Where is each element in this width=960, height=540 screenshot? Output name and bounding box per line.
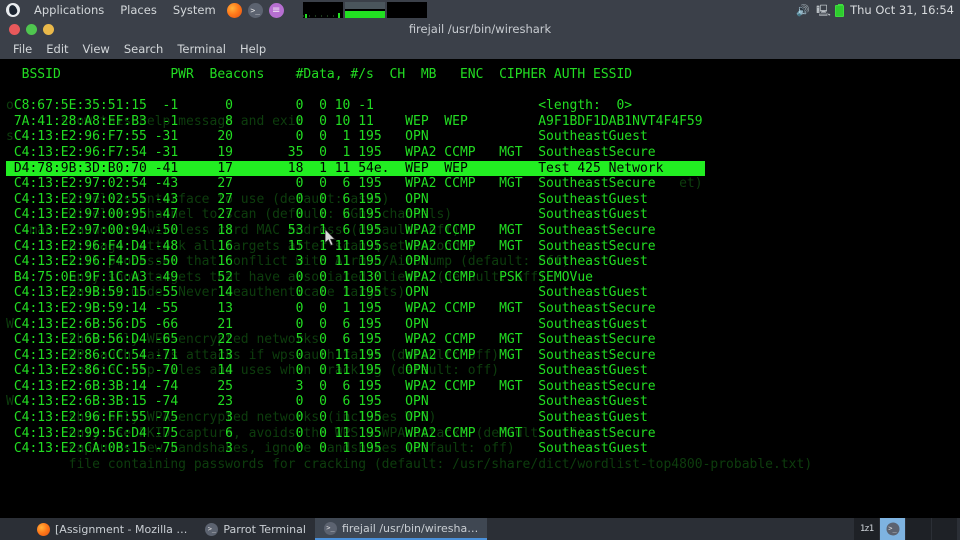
table-row[interactable]: C4:13:E2:96:F4:D4 -48 16 15 1 11 195 WPA… bbox=[6, 239, 960, 255]
table-row-text: C4:13:E2:96:F7:54 -31 19 35 0 1 195 WPA2… bbox=[6, 144, 656, 160]
system-monitor-widget bbox=[303, 2, 427, 18]
firefox-icon bbox=[37, 522, 50, 536]
table-row-text: C4:13:E2:99:5C:D4 -75 6 0 0 11 195 WPA2 … bbox=[6, 425, 656, 441]
workspace-2[interactable] bbox=[880, 518, 906, 540]
menu-edit[interactable]: Edit bbox=[39, 39, 75, 59]
table-row[interactable]: 7A:41:28:A8:EF:B3 -1 8 0 0 10 11 WEP WEP… bbox=[6, 114, 960, 130]
network-icon[interactable] bbox=[816, 4, 831, 17]
table-row[interactable]: C4:13:E2:96:F7:54 -31 19 35 0 1 195 WPA2… bbox=[6, 145, 960, 161]
battery-icon[interactable] bbox=[835, 3, 845, 17]
taskbar: [Assignment - Mozilla … Parrot Terminal … bbox=[0, 518, 960, 540]
table-row[interactable]: C4:13:E2:97:02:55 -43 27 0 0 6 195 OPN S… bbox=[6, 192, 960, 208]
airodump-table: BSSID PWR Beacons #Data, #/s CH MB ENC C… bbox=[6, 67, 960, 457]
table-row-text: C4:13:E2:6B:56:D4 -65 22 5 0 6 195 WPA2 … bbox=[6, 332, 656, 348]
table-row-text: C4:13:E2:9B:59:15 -55 14 0 0 1 195 OPN S… bbox=[6, 285, 648, 301]
top-panel: Applications Places System Thu Oct 31, 1… bbox=[0, 0, 960, 20]
volume-icon[interactable] bbox=[796, 4, 810, 17]
table-row[interactable]: C4:13:E2:96:FF:55 -75 3 0 0 1 195 OPN So… bbox=[6, 410, 960, 426]
table-header: BSSID PWR Beacons #Data, #/s CH MB ENC C… bbox=[6, 67, 633, 82]
menu-search[interactable]: Search bbox=[117, 39, 171, 59]
clock[interactable]: Thu Oct 31, 16:54 bbox=[850, 3, 954, 17]
menu-terminal[interactable]: Terminal bbox=[170, 39, 233, 59]
table-row-text: C4:13:E2:CA:0B:15 -75 3 0 0 1 195 OPN So… bbox=[6, 441, 648, 457]
table-row[interactable]: C4:13:E2:86:CC:54 -71 13 0 0 11 195 WPA2… bbox=[6, 348, 960, 364]
table-row-text: C4:13:E2:6B:3B:15 -74 23 0 0 6 195 OPN S… bbox=[6, 394, 648, 410]
table-row-text: C4:13:E2:97:02:54 -43 27 0 0 6 195 WPA2 … bbox=[6, 176, 656, 192]
network-graph bbox=[345, 2, 385, 18]
table-row-text: C4:13:E2:96:F4:D5 -50 16 3 0 11 195 OPN … bbox=[6, 254, 648, 270]
table-body: C8:67:5E:35:51:15 -1 0 0 0 10 -1 <length… bbox=[6, 98, 960, 457]
table-row-text: C4:13:E2:6B:3B:14 -74 25 3 0 6 195 WPA2 … bbox=[6, 378, 656, 394]
menu-help[interactable]: Help bbox=[233, 39, 273, 59]
table-row-text: 7A:41:28:A8:EF:B3 -1 8 0 0 10 11 WEP WEP… bbox=[6, 113, 703, 129]
table-row-text: C4:13:E2:9B:59:14 -55 13 0 0 1 195 WPA2 … bbox=[6, 300, 656, 316]
system-tray: Thu Oct 31, 16:54 bbox=[796, 0, 954, 20]
menu-places[interactable]: Places bbox=[112, 0, 165, 20]
menu-view[interactable]: View bbox=[76, 39, 117, 59]
table-row[interactable]: D4:78:9B:3D:B0:70 -41 17 18 1 11 54e. WE… bbox=[6, 160, 960, 177]
parrot-logo-icon[interactable] bbox=[6, 3, 20, 17]
memory-graph bbox=[387, 2, 427, 18]
table-row[interactable]: C4:13:E2:CA:0B:15 -75 3 0 0 1 195 OPN So… bbox=[6, 441, 960, 457]
table-row[interactable]: C8:67:5E:35:51:15 -1 0 0 0 10 -1 <length… bbox=[6, 98, 960, 114]
workspace-4[interactable] bbox=[932, 518, 958, 540]
table-row-text: C4:13:E2:96:F7:55 -31 20 0 0 1 195 OPN S… bbox=[6, 129, 648, 145]
table-row[interactable]: C4:13:E2:97:00:94 -50 18 53 1 6 195 WPA2… bbox=[6, 223, 960, 239]
mouse-pointer-icon bbox=[325, 229, 337, 247]
table-row-text: C4:13:E2:6B:56:D5 -66 21 0 0 6 195 OPN S… bbox=[6, 316, 648, 332]
workspace-1[interactable]: 1z1 bbox=[854, 518, 880, 540]
window-title: firejail /usr/bin/wireshark bbox=[408, 22, 552, 36]
table-row[interactable]: C4:13:E2:97:02:54 -43 27 0 0 6 195 WPA2 … bbox=[6, 176, 960, 192]
terminal-window: firejail /usr/bin/wireshark File Edit Vi… bbox=[0, 20, 960, 518]
cpu-graph bbox=[303, 2, 343, 18]
table-row[interactable]: C4:13:E2:9B:59:14 -55 13 0 0 1 195 WPA2 … bbox=[6, 301, 960, 317]
menu-system[interactable]: System bbox=[165, 0, 224, 20]
taskbar-item-firefox[interactable]: [Assignment - Mozilla … bbox=[28, 518, 196, 540]
taskbar-item-parrot-terminal[interactable]: Parrot Terminal bbox=[196, 518, 315, 540]
table-row[interactable]: C4:13:E2:97:00:95 -47 27 0 0 6 195 OPN S… bbox=[6, 207, 960, 223]
shell-prompt: ┌─[pirate@parrot]─[~/802.1x] └──▶$ bbox=[6, 472, 960, 518]
terminal-icon bbox=[205, 522, 219, 536]
menubar: File Edit View Search Terminal Help bbox=[0, 39, 960, 59]
firefox-icon[interactable] bbox=[226, 2, 242, 18]
table-row-text: B4:75:0E:9F:1C:A3 -49 52 0 0 1 130 WPA2 … bbox=[6, 269, 593, 285]
table-row[interactable]: B4:75:0E:9F:1C:A3 -49 52 0 0 1 130 WPA2 … bbox=[6, 270, 960, 286]
terminal-icon[interactable] bbox=[247, 2, 263, 18]
header-spacer bbox=[6, 83, 960, 99]
table-row[interactable]: C4:13:E2:99:5C:D4 -75 6 0 0 11 195 WPA2 … bbox=[6, 426, 960, 442]
workspace-3[interactable] bbox=[906, 518, 932, 540]
taskbar-item-label: Parrot Terminal bbox=[223, 522, 306, 536]
table-row[interactable]: C4:13:E2:86:CC:55 -70 14 0 0 11 195 OPN … bbox=[6, 363, 960, 379]
terminal-icon bbox=[323, 521, 337, 535]
table-row-text: C4:13:E2:86:CC:54 -71 13 0 0 11 195 WPA2… bbox=[6, 347, 656, 363]
table-row[interactable]: C4:13:E2:6B:56:D5 -66 21 0 0 6 195 OPN S… bbox=[6, 317, 960, 333]
table-row[interactable]: C4:13:E2:96:F7:55 -31 20 0 0 1 195 OPN S… bbox=[6, 129, 960, 145]
taskbar-item-label: [Assignment - Mozilla … bbox=[55, 522, 188, 536]
table-row[interactable]: C4:13:E2:9B:59:15 -55 14 0 0 1 195 OPN S… bbox=[6, 285, 960, 301]
prompt-line-1: ┌─[pirate@parrot]─[~/802.1x] bbox=[6, 504, 960, 518]
menu-file[interactable]: File bbox=[6, 39, 39, 59]
table-row-text: C4:13:E2:96:FF:55 -75 3 0 0 1 195 OPN So… bbox=[6, 410, 648, 426]
taskbar-item-label: firejail /usr/bin/wiresha… bbox=[341, 521, 479, 535]
table-row-text: C4:13:E2:97:02:55 -43 27 0 0 6 195 OPN S… bbox=[6, 191, 648, 207]
workspace-switcher: 1z1 bbox=[854, 518, 958, 540]
table-row[interactable]: C4:13:E2:6B:3B:15 -74 23 0 0 6 195 OPN S… bbox=[6, 394, 960, 410]
table-row-text: C4:13:E2:97:00:95 -47 27 0 0 6 195 OPN S… bbox=[6, 207, 648, 223]
table-row[interactable]: C4:13:E2:6B:56:D4 -65 22 5 0 6 195 WPA2 … bbox=[6, 332, 960, 348]
table-row-selected: D4:78:9B:3D:B0:70 -41 17 18 1 11 54e. WE… bbox=[6, 160, 705, 177]
table-row-text: C8:67:5E:35:51:15 -1 0 0 0 10 -1 <length… bbox=[6, 98, 633, 114]
table-row[interactable]: C4:13:E2:96:F4:D5 -50 16 3 0 11 195 OPN … bbox=[6, 254, 960, 270]
table-row[interactable]: C4:13:E2:6B:3B:14 -74 25 3 0 6 195 WPA2 … bbox=[6, 379, 960, 395]
menu-applications[interactable]: Applications bbox=[26, 0, 112, 20]
terminal-screen[interactable]: o show this help message and exit s et) … bbox=[0, 59, 960, 518]
taskbar-item-firejail-wireshark[interactable]: firejail /usr/bin/wiresha… bbox=[314, 518, 488, 540]
table-row-text: C4:13:E2:86:CC:55 -70 14 0 0 11 195 OPN … bbox=[6, 363, 648, 379]
document-icon[interactable] bbox=[268, 2, 284, 18]
window-titlebar[interactable]: firejail /usr/bin/wireshark bbox=[0, 20, 960, 39]
